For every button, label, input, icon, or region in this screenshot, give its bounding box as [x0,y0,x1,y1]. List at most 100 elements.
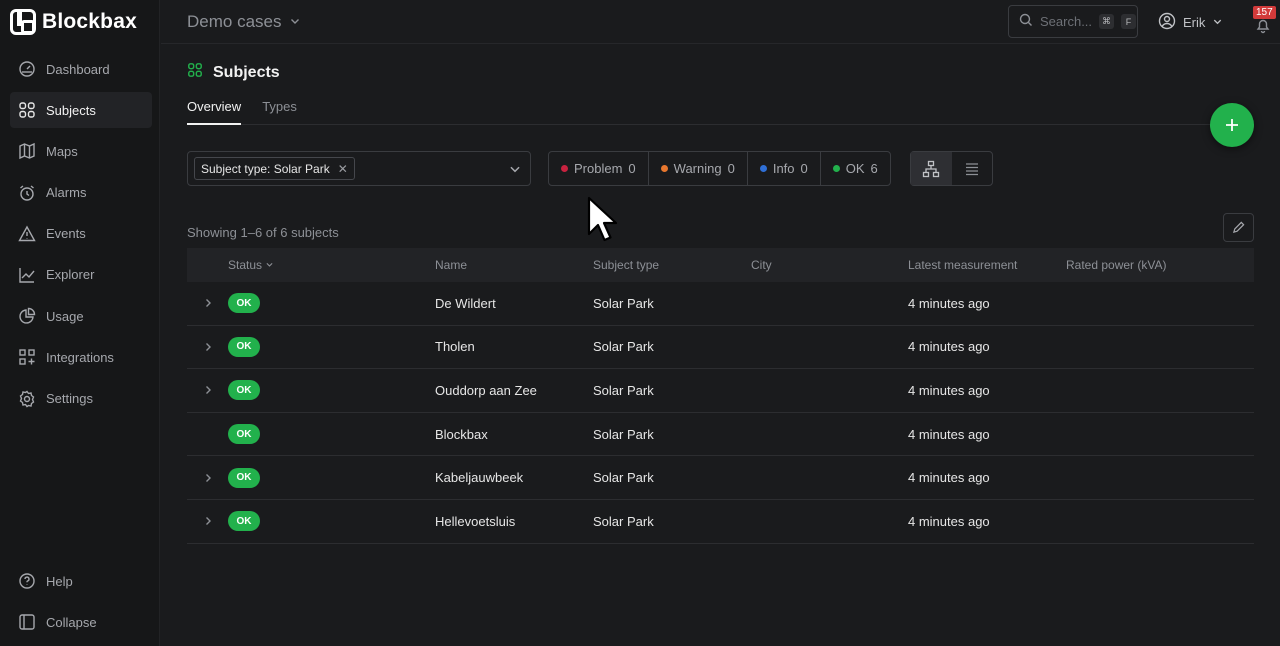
sidebar-item-label: Collapse [46,614,97,630]
subject-name[interactable]: Kabeljauwbeek [435,470,593,485]
search-input[interactable]: Search... ⌘ F [1008,5,1138,38]
dashboard-icon [18,60,36,78]
chevron-right-icon[interactable] [187,516,228,526]
tab-overview[interactable]: Overview [187,99,242,125]
results-count: Showing 1–6 of 6 subjects [187,225,339,240]
latest-measurement: 4 minutes ago [908,513,990,529]
sidebar-item-events[interactable]: Events [10,216,152,252]
sidebar-item-alarms[interactable]: Alarms [10,175,152,211]
latest-measurement: 4 minutes ago [908,339,990,355]
status-filter-label: Warning [673,161,722,176]
latest-measurement: 4 minutes ago [908,295,990,311]
search-icon [1019,13,1033,30]
table-row[interactable]: OK Blockbax Solar Park 4 minutes ago [187,413,1254,457]
user-menu[interactable]: Erik [1158,12,1223,33]
page-title: Subjects [187,62,280,83]
list-view-button[interactable] [952,152,993,185]
status-filter-label: Info [772,161,795,176]
mouse-cursor-icon [586,196,620,249]
status-filter-warning[interactable]: Warning 0 [649,152,748,185]
table-row[interactable]: OK Tholen Solar Park 4 minutes ago [187,326,1254,370]
table-row[interactable]: OK De Wildert Solar Park 4 minutes ago [187,282,1254,326]
filter-chip[interactable]: Subject type: Solar Park ✕ [194,157,355,180]
alarm-icon [18,184,36,202]
status-filter-count: 0 [727,161,735,176]
subject-name[interactable]: De Wildert [435,296,593,311]
map-icon [18,142,36,160]
status-dot [561,165,568,172]
shortcut-key-f: F [1121,14,1137,29]
shortcut-key-cmd: ⌘ [1099,14,1115,29]
status-badge: OK [228,467,260,488]
hierarchy-icon [923,160,940,177]
logo-text: Blockbax [42,10,137,33]
notifications-button[interactable]: 157 [1249,6,1279,36]
column-header-rated-power[interactable]: Rated power (kVA) [1066,258,1254,272]
warning-icon [18,225,36,243]
logo-icon [10,9,36,35]
sidebar-item-maps[interactable]: Maps [10,133,152,169]
status-filter-info[interactable]: Info 0 [748,152,821,185]
sidebar-item-collapse[interactable]: Collapse [10,604,152,640]
chevron-right-icon[interactable] [187,473,228,483]
sidebar-item-help[interactable]: Help [10,563,152,599]
sidebar-bottom: Help Collapse [10,563,152,645]
subject-type: Solar Park [593,426,654,442]
table-row[interactable]: OK Kabeljauwbeek Solar Park 4 minutes ag… [187,456,1254,500]
subject-type: Solar Park [593,470,654,486]
page-title-text: Subjects [213,63,280,81]
logo[interactable]: Blockbax [10,9,137,35]
tabs: Overview Types [187,99,1254,125]
status-filter-problem[interactable]: Problem 0 [549,152,649,185]
sidebar-item-settings[interactable]: Settings [10,381,152,417]
integrations-icon [18,348,36,366]
status-badge: OK [228,511,260,532]
edit-columns-button[interactable] [1223,213,1254,242]
table-row[interactable]: OK Hellevoetsluis Solar Park 4 minutes a… [187,500,1254,544]
sidebar-item-usage[interactable]: Usage [10,298,152,334]
sidebar-item-label: Integrations [46,349,114,365]
plus-icon [1226,119,1238,131]
column-header-label: Status [228,258,263,272]
chevron-right-icon[interactable] [187,385,228,395]
table-row[interactable]: OK Ouddorp aan Zee Solar Park 4 minutes … [187,369,1254,413]
subject-name[interactable]: Hellevoetsluis [435,514,593,529]
chart-icon [18,266,36,284]
chevron-down-icon [289,12,301,32]
chevron-right-icon[interactable] [187,298,228,308]
status-filter-ok[interactable]: OK 6 [821,152,890,185]
column-header-latest-measurement[interactable]: Latest measurement [908,258,1066,272]
status-filter-label: OK [845,161,865,176]
status-filter-count: 0 [628,161,636,176]
collapse-icon [18,613,36,631]
column-header-city[interactable]: City [751,258,908,272]
status-dot [832,165,840,172]
sidebar-item-dashboard[interactable]: Dashboard [10,51,152,87]
status-badge: OK [228,380,260,401]
sidebar-item-explorer[interactable]: Explorer [10,257,152,293]
sidebar: Blockbax Dashboard Subjects Maps Alarms [0,0,160,646]
subject-name[interactable]: Ouddorp aan Zee [435,383,593,398]
project-selector[interactable]: Demo cases [187,12,301,32]
tab-types[interactable]: Types [262,99,297,125]
chevron-down-icon[interactable] [508,162,522,179]
subject-type-filter[interactable]: Subject type: Solar Park ✕ [187,151,531,186]
chevron-right-icon[interactable] [187,342,228,352]
subject-name[interactable]: Tholen [435,339,593,354]
table-header: Status Name Subject type City Latest mea… [187,248,1254,282]
subject-type: Solar Park [593,339,654,355]
sidebar-item-subjects[interactable]: Subjects [10,92,152,129]
chevron-down-icon [265,258,274,272]
bell-icon [1256,19,1270,34]
subject-name[interactable]: Blockbax [435,427,593,442]
add-subject-button[interactable] [1210,103,1254,147]
column-header-subject-type[interactable]: Subject type [593,258,751,272]
pencil-icon [1232,221,1245,234]
column-header-name[interactable]: Name [435,258,593,272]
status-badge: OK [228,293,260,314]
close-icon[interactable]: ✕ [338,162,348,176]
sidebar-item-label: Settings [46,391,93,406]
hierarchy-view-button[interactable] [911,152,952,185]
sidebar-item-integrations[interactable]: Integrations [10,339,152,375]
column-header-status[interactable]: Status [228,258,435,272]
